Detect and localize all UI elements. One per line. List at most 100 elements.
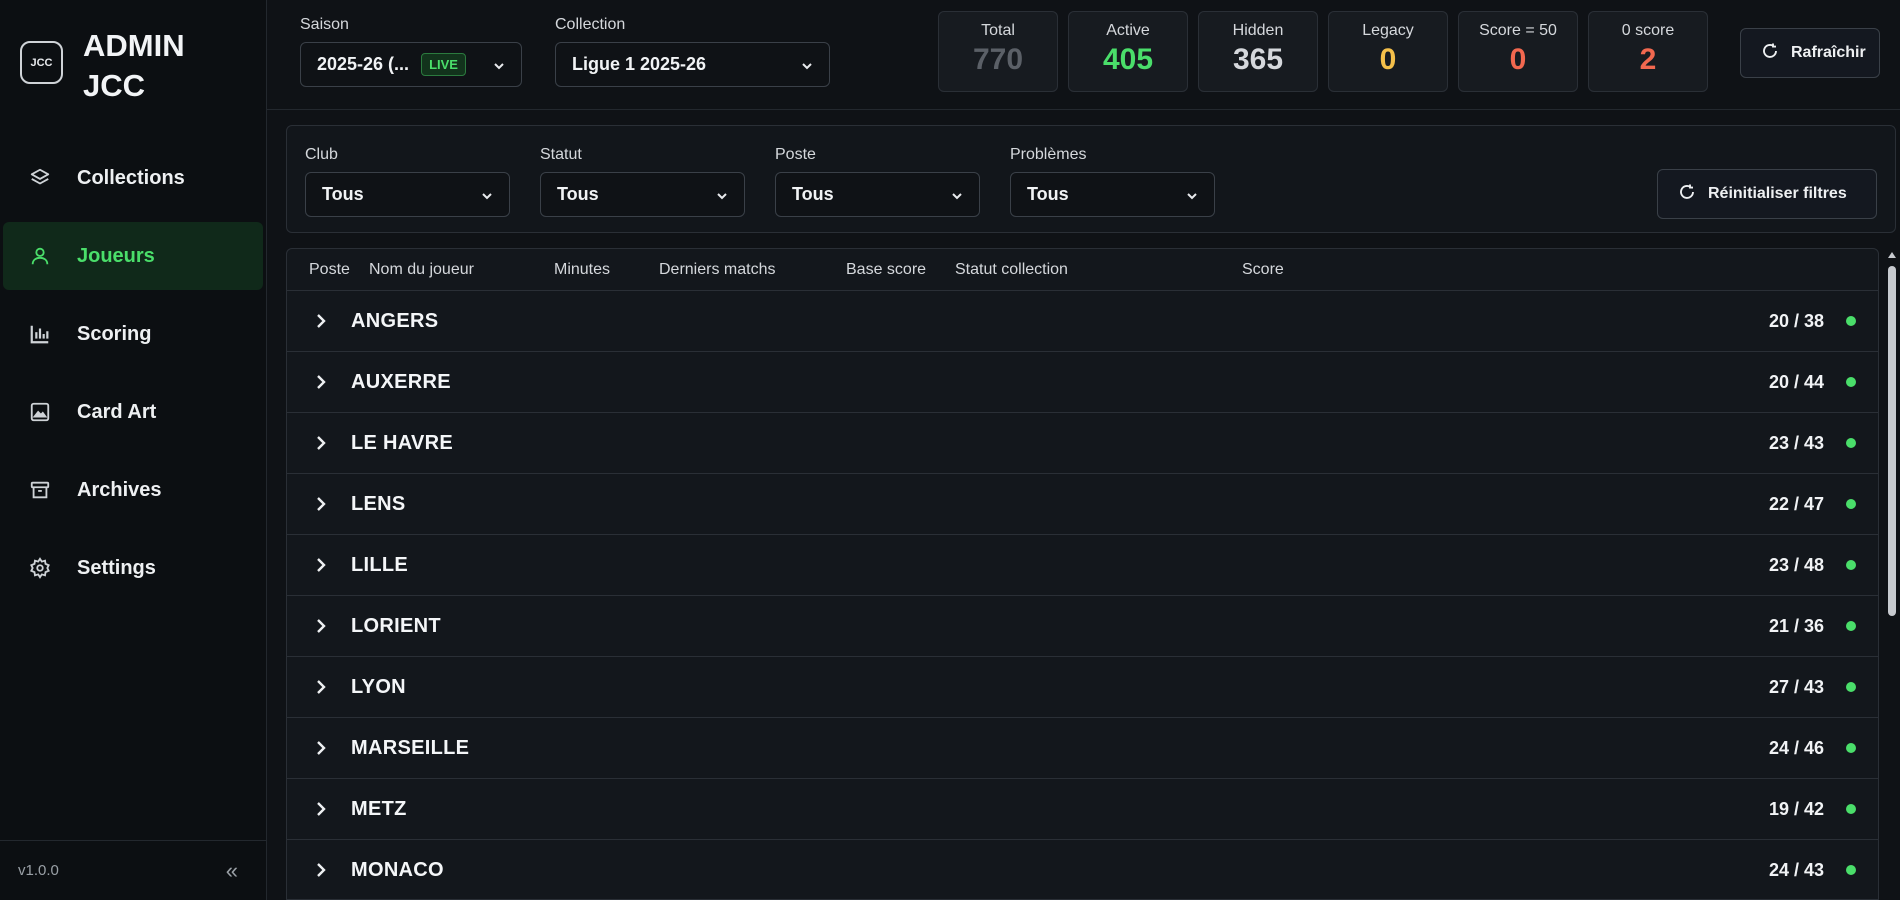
club-filter-label: Club [305,146,338,163]
stat-label: Hidden [1232,22,1284,39]
club-name: LYON [351,675,406,698]
club-player-count: 27 / 43 [1768,676,1824,697]
live-badge: LIVE [421,53,466,76]
refresh-button[interactable]: Rafraîchir [1740,28,1880,78]
sidebar-item-settings[interactable]: Settings [3,534,263,602]
status-dot [1846,743,1856,753]
stat-label: 0 score [1621,22,1675,39]
status-dot [1846,499,1856,509]
chevron-right-icon[interactable] [311,311,331,331]
column-header-player-name[interactable]: Nom du joueur [369,261,474,279]
position-filter-value: Tous [792,184,834,204]
club-name: MONACO [351,858,444,881]
sidebar-item-label: Collections [77,166,185,189]
sidebar-item-label: Archives [77,478,162,501]
chevron-right-icon[interactable] [311,860,331,880]
stat-value: 2 [1639,43,1657,76]
club-row-lyon[interactable]: LYON 27 / 43 [287,657,1878,718]
sidebar-item-scoring[interactable]: Scoring [3,300,263,368]
chevron-down-icon [951,189,963,201]
stat-label: Legacy [1362,22,1414,39]
chevron-right-icon[interactable] [311,433,331,453]
club-player-count: 23 / 43 [1768,432,1824,453]
club-player-count: 21 / 36 [1768,615,1824,636]
problems-filter: Problèmes Tous [1010,146,1215,232]
sidebar-nav: Collections Joueurs Scoring Card Art Arc… [0,144,266,602]
table-scrollbar[interactable] [1884,248,1900,900]
club-row-auxerre[interactable]: AUXERRE 20 / 44 [287,352,1878,413]
club-row-marseille[interactable]: MARSEILLE 24 / 46 [287,718,1878,779]
club-player-count: 19 / 42 [1768,798,1824,819]
chevron-right-icon[interactable] [311,372,331,392]
club-row-metz[interactable]: METZ 19 / 42 [287,779,1878,840]
chevron-right-icon[interactable] [311,799,331,819]
column-header-last-matches[interactable]: Derniers matchs [659,261,775,279]
club-row-lille[interactable]: LILLE 23 / 48 [287,535,1878,596]
reset-filters-button[interactable]: Réinitialiser filtres [1657,169,1877,219]
sidebar-footer: v1.0.0 « [0,840,266,900]
status-dot [1846,621,1856,631]
position-filter-label: Poste [775,146,816,163]
scroll-up-icon[interactable] [1888,252,1896,258]
sidebar-item-collections[interactable]: Collections [3,144,263,212]
season-select[interactable]: 2025-26 (... LIVE [300,42,522,87]
club-filter-value: Tous [322,184,364,204]
season-field: Saison 2025-26 (... LIVE [300,16,525,87]
sidebar: JCC ADMIN JCC Collections Joueurs Scorin… [0,0,267,900]
club-player-count: 24 / 43 [1768,859,1824,880]
column-header-position[interactable]: Poste [309,261,350,279]
stats-bar: Total 770 Active 405 Hidden 365 Legacy 0… [938,11,1718,92]
club-name: MARSEILLE [351,736,470,759]
chevron-right-icon[interactable] [311,616,331,636]
collection-label: Collection [555,16,626,33]
status-select[interactable]: Tous [540,172,745,217]
chevron-right-icon[interactable] [311,555,331,575]
stat-value: 0 [1509,43,1527,76]
sidebar-item-label: Scoring [77,322,152,345]
column-header-base-score[interactable]: Base score [846,261,926,279]
stat-total: Total 770 [938,11,1058,92]
club-filter: Club Tous [305,146,510,232]
column-header-minutes[interactable]: Minutes [554,261,610,279]
bar-chart-icon [27,321,53,347]
chevron-right-icon[interactable] [311,738,331,758]
chevron-right-icon[interactable] [311,677,331,697]
column-header-score[interactable]: Score [1242,261,1284,279]
club-name: ANGERS [351,309,439,332]
stat-label: Total [981,22,1015,39]
chevron-right-icon[interactable] [311,494,331,514]
scroll-thumb[interactable] [1888,266,1896,616]
table-header: Poste Nom du joueur Minutes Derniers mat… [287,249,1878,291]
image-icon [27,399,53,425]
position-select[interactable]: Tous [775,172,980,217]
sidebar-item-archives[interactable]: Archives [3,456,263,524]
club-select[interactable]: Tous [305,172,510,217]
column-header-collection-status[interactable]: Statut collection [955,261,1068,279]
status-filter: Statut Tous [540,146,745,232]
club-name: LE HAVRE [351,431,454,454]
topbar: Saison 2025-26 (... LIVE Collection Ligu… [267,0,1900,110]
filters-panel: Club Tous Statut Tous Poste Tous Problèm… [286,125,1896,233]
chevron-down-icon [481,189,493,201]
stat-label: Active [1106,22,1150,39]
reset-filters-label: Réinitialiser filtres [1708,185,1847,202]
club-name: METZ [351,797,407,820]
sidebar-item-card-art[interactable]: Card Art [3,378,263,446]
status-dot [1846,377,1856,387]
club-name: LENS [351,492,406,515]
club-row-angers[interactable]: ANGERS 20 / 38 [287,291,1878,352]
stat-score-50: Score = 50 0 [1458,11,1578,92]
sidebar-item-joueurs[interactable]: Joueurs [3,222,263,290]
stat-value: 770 [972,43,1024,76]
problems-select[interactable]: Tous [1010,172,1215,217]
collapse-sidebar-icon[interactable]: « [226,858,238,884]
problems-filter-value: Tous [1027,184,1069,204]
club-row-le-havre[interactable]: LE HAVRE 23 / 43 [287,413,1878,474]
club-player-count: 24 / 46 [1768,737,1824,758]
stat-value: 0 [1379,43,1397,76]
club-row-lens[interactable]: LENS 22 / 47 [287,474,1878,535]
club-row-lorient[interactable]: LORIENT 21 / 36 [287,596,1878,657]
collection-select[interactable]: Ligue 1 2025-26 [555,42,830,87]
club-row-monaco[interactable]: MONACO 24 / 43 [287,840,1878,899]
brand: JCC ADMIN JCC [0,0,266,120]
